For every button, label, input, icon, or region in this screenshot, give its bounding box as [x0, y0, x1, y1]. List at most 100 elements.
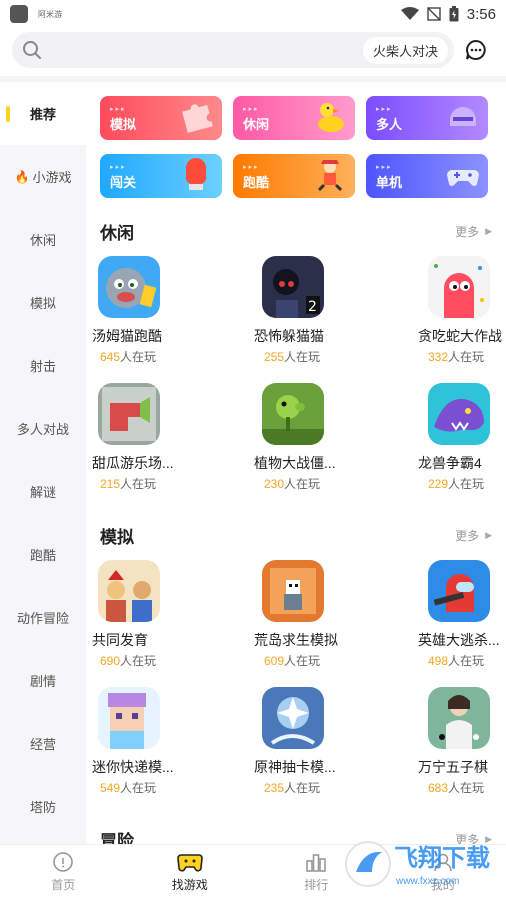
- game-player-count: 690人在玩: [100, 654, 157, 668]
- sidebar-item-simulation[interactable]: 模拟: [0, 271, 86, 334]
- watermark-logo: 飞翔下载 www.fxxz.com: [345, 841, 490, 887]
- game-grid-casual: 汤姆猫跑酷 645人在玩 2 恐怖躲猫猫 255人在玩 贪吃蛇大作战 332人在…: [86, 256, 506, 510]
- game-icon-gomoku: [428, 687, 490, 749]
- gamepad-nav-icon: [176, 854, 203, 872]
- game-icon-plants-vs-zombies: [262, 383, 324, 445]
- category-card-parkour[interactable]: ▸▸▸ 跑酷: [233, 154, 355, 198]
- game-card[interactable]: 植物大战僵... 230人在玩: [226, 383, 366, 510]
- section-header-simulation: 模拟 更多 ▶: [86, 510, 506, 560]
- game-card[interactable]: 共同发育 690人在玩: [86, 560, 226, 687]
- nav-label: 找游戏: [171, 878, 208, 892]
- nav-label: 排行: [304, 878, 329, 892]
- wifi-icon: [400, 7, 419, 20]
- more-link[interactable]: 更多 ▶: [455, 527, 492, 544]
- section-title: 休闲: [100, 223, 134, 243]
- message-icon: [466, 39, 486, 60]
- sidebar-item-mini-games[interactable]: 🔥 小游戏: [0, 145, 86, 208]
- category-sidebar: 推荐 🔥 小游戏 休闲 模拟 射击 多人对战 解谜 跑酷 动作冒险 剧情 经营 塔…: [0, 82, 86, 844]
- sidebar-item-label: 休闲: [29, 233, 56, 248]
- game-player-count: 645人在玩: [100, 350, 157, 364]
- category-card-single-player[interactable]: ▸▸▸ 单机: [366, 154, 488, 198]
- dots-decoration: ▸▸▸: [376, 164, 393, 171]
- dots-decoration: ▸▸▸: [110, 164, 127, 171]
- puzzle-icon: [182, 104, 213, 133]
- game-icon-snake: [428, 256, 490, 318]
- nav-home[interactable]: 首页: [0, 845, 127, 899]
- search-icon: [23, 41, 41, 59]
- sidebar-item-recommend[interactable]: 推荐: [0, 82, 86, 145]
- game-card[interactable]: 贪吃蛇大作战 332人在玩: [366, 256, 506, 383]
- more-link[interactable]: 更多 ▶: [455, 223, 492, 240]
- sidebar-item-tower-defense[interactable]: 塔防: [0, 775, 86, 838]
- sidebar-item-parkour[interactable]: 跑酷: [0, 523, 86, 586]
- more-label: 更多: [455, 528, 480, 543]
- chevron-right-icon: ▶: [485, 529, 492, 540]
- game-name: 英雄大逃杀...: [418, 632, 500, 648]
- game-card[interactable]: 荒岛求生模拟 609人在玩: [226, 560, 366, 687]
- sidebar-item-label: 小游戏: [32, 170, 72, 185]
- category-card-levels[interactable]: ▸▸▸ 闯关: [100, 154, 222, 198]
- main-content: ▸▸▸ 模拟 ▸▸▸ 休闲 ▸▸▸ 多人 ▸▸▸ 闯关 ▸▸▸ 跑酷 ▸▸▸ 单…: [86, 82, 506, 844]
- game-name: 荒岛求生模拟: [254, 632, 338, 648]
- game-card[interactable]: 汤姆猫跑酷 645人在玩: [86, 256, 226, 383]
- game-card[interactable]: 万宁五子棋 683人在玩: [366, 687, 506, 814]
- search-row: 火柴人对决: [12, 32, 494, 68]
- category-label: 单机: [376, 175, 403, 190]
- battery-icon: [449, 6, 459, 22]
- sidebar-item-casual[interactable]: 休闲: [0, 208, 86, 271]
- category-card-simulation[interactable]: ▸▸▸ 模拟: [100, 96, 222, 140]
- game-card[interactable]: 原神抽卡模... 235人在玩: [226, 687, 366, 814]
- game-name: 共同发育: [92, 632, 148, 648]
- sidebar-item-shooting[interactable]: 射击: [0, 334, 86, 397]
- game-card[interactable]: 英雄大逃杀... 498人在玩: [366, 560, 506, 687]
- sidebar-item-label: 射击: [29, 359, 56, 374]
- category-card-casual[interactable]: ▸▸▸ 休闲: [233, 96, 355, 140]
- category-label: 跑酷: [243, 175, 270, 190]
- sidebar-item-puzzle[interactable]: 解谜: [0, 460, 86, 523]
- sidebar-item-management[interactable]: 经营: [0, 712, 86, 775]
- game-card[interactable]: 迷你快递模... 549人在玩: [86, 687, 226, 814]
- message-button[interactable]: [458, 32, 494, 68]
- game-player-count: 229人在玩: [428, 477, 485, 491]
- watermark-url: www.fxxz.com: [395, 876, 459, 887]
- search-hint-tag[interactable]: 火柴人对决: [362, 36, 448, 64]
- game-icon-horror-hide-seek: 2: [262, 256, 324, 318]
- search-input[interactable]: 火柴人对决: [12, 32, 454, 68]
- sidebar-item-story[interactable]: 剧情: [0, 649, 86, 712]
- game-player-count: 549人在玩: [100, 781, 157, 795]
- helmet-icon: [450, 107, 476, 126]
- sidebar-item-label: 多人对战: [16, 422, 69, 437]
- game-name: 万宁五子棋: [418, 759, 488, 775]
- runner-icon: [317, 160, 343, 192]
- game-player-count: 230人在玩: [264, 477, 321, 491]
- sidebar-item-label: 模拟: [29, 296, 56, 311]
- category-label: 闯关: [110, 175, 137, 190]
- sidebar-item-label: 塔防: [29, 800, 56, 815]
- app-notification-icon: [10, 5, 28, 23]
- game-icon-tom-cat: [98, 256, 160, 318]
- flame-icon: 🔥: [14, 169, 30, 184]
- game-icon-melon-playground: [98, 383, 160, 445]
- game-card[interactable]: 甜瓜游乐场... 215人在玩: [86, 383, 226, 510]
- watermark-title: 飞翔下载: [394, 844, 490, 872]
- sidebar-item-action-adventure[interactable]: 动作冒险: [0, 586, 86, 649]
- game-card[interactable]: 2 恐怖躲猫猫 255人在玩: [226, 256, 366, 383]
- dots-decoration: ▸▸▸: [110, 106, 127, 113]
- sidebar-item-multiplayer[interactable]: 多人对战: [0, 397, 86, 460]
- category-card-multiplayer[interactable]: ▸▸▸ 多人: [366, 96, 488, 140]
- sidebar-item-label: 跑酷: [29, 548, 56, 563]
- game-card[interactable]: 龙兽争霸4 229人在玩: [366, 383, 506, 510]
- game-icon-dragon-beast: [428, 383, 490, 445]
- game-player-count: 332人在玩: [428, 350, 485, 364]
- nav-find-games[interactable]: 找游戏: [127, 845, 254, 899]
- game-grid-simulation: 共同发育 690人在玩 荒岛求生模拟 609人在玩 英雄大逃杀... 498人在…: [86, 560, 506, 814]
- sidebar-item-label: 解谜: [29, 485, 56, 500]
- section-title: 模拟: [100, 527, 134, 547]
- dots-decoration: ▸▸▸: [376, 106, 393, 113]
- signal-off-icon: [427, 7, 441, 21]
- dots-decoration: ▸▸▸: [243, 164, 260, 171]
- sidebar-item-label: 动作冒险: [16, 611, 69, 626]
- game-icon-island-survival: [262, 560, 324, 622]
- rank-icon: [306, 854, 327, 872]
- game-name: 贪吃蛇大作战: [418, 328, 502, 344]
